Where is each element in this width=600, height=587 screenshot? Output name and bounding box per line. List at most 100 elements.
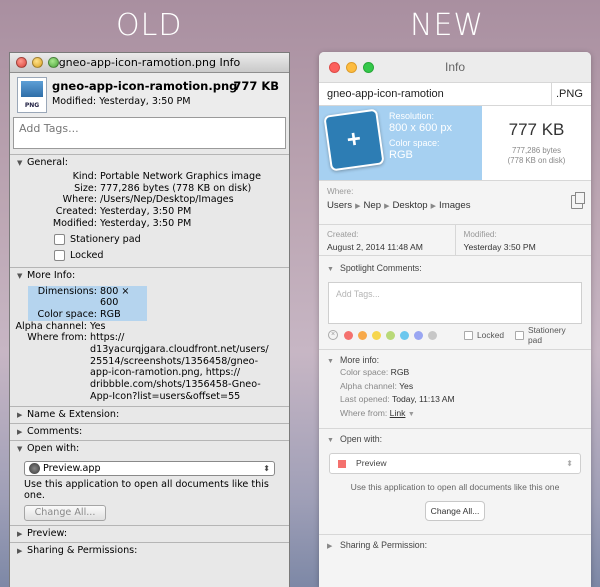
- new-where-section: Where: Users ▶ Nep ▶ Desktop ▶ Images: [319, 181, 591, 225]
- old-name-ext-section: ▶ Name & Extension:: [10, 405, 289, 423]
- new-sharing-header[interactable]: ▶ Sharing & Permission:: [319, 535, 591, 555]
- path-item[interactable]: Nep: [363, 200, 381, 211]
- zoom-button[interactable]: [363, 62, 374, 73]
- new-stationery-checkbox[interactable]: Stationery pad: [515, 325, 582, 345]
- tag-color-dot[interactable]: [386, 330, 395, 340]
- path-item[interactable]: Desktop: [392, 200, 427, 211]
- disclosure-open-icon[interactable]: ▼: [327, 266, 340, 273]
- old-open-with-header[interactable]: ▼ Open with:: [10, 441, 289, 457]
- tag-color-dot[interactable]: [344, 330, 353, 340]
- file-icon-tag: PNG: [24, 102, 40, 109]
- new-open-with-select[interactable]: Preview ⬍: [329, 452, 581, 474]
- tag-color-dot[interactable]: [400, 330, 409, 340]
- new-info-window: Info gneo-app-icon-ramotion .PNG + Resol…: [319, 52, 591, 587]
- chevron-right-icon: ▶: [355, 203, 361, 210]
- new-file-ext: .PNG: [551, 83, 591, 106]
- tag-color-row: × Locked Stationery pad: [319, 324, 591, 346]
- old-dimensions-highlight: Dimensions: 800 × 600 Color space: RGB: [28, 285, 147, 321]
- zoom-button[interactable]: [48, 57, 59, 68]
- tag-color-dot[interactable]: [414, 330, 423, 340]
- old-general-header[interactable]: ▼ General:: [10, 155, 289, 171]
- disclosure-closed-icon[interactable]: ▶: [17, 407, 27, 423]
- size-details: 777,286 bytes (778 KB on disk): [507, 146, 566, 165]
- new-open-with-section: ▼ Open with: Preview ⬍ Use this applicati…: [319, 427, 591, 521]
- old-dimensions-row: Dimensions: 800 × 600: [37, 285, 130, 309]
- old-change-all-button[interactable]: Change All...: [24, 504, 106, 521]
- colorspace-label: Color space:: [389, 138, 440, 148]
- modified-cell: Modified: Yesterday 3:50 PM: [454, 225, 592, 255]
- new-wherefrom-row: Where from: Link ▼: [340, 408, 415, 419]
- preview-app-icon: [29, 462, 40, 474]
- path-item[interactable]: Images: [439, 200, 470, 211]
- disclosure-closed-icon[interactable]: ▶: [17, 543, 27, 559]
- spotlight-header[interactable]: ▼ Spotlight Comments:: [319, 258, 591, 278]
- old-locked-checkbox[interactable]: Locked: [10, 248, 289, 264]
- checkbox-icon[interactable]: [515, 330, 525, 340]
- old-kind-row: Kind: Portable Network Graphics image: [72, 171, 262, 182]
- copy-path-icon[interactable]: [571, 192, 585, 209]
- old-name-ext-header[interactable]: ▶ Name & Extension:: [10, 407, 289, 423]
- disclosure-open-icon[interactable]: ▼: [17, 268, 27, 284]
- wherefrom-link[interactable]: Link: [390, 408, 406, 418]
- new-locked-checkbox[interactable]: Locked: [464, 330, 504, 340]
- old-general-section: ▼ General: Kind: Portable Network Graphics…: [10, 154, 289, 264]
- new-file-name[interactable]: gneo-app-icon-ramotion: [327, 83, 444, 106]
- close-button[interactable]: [329, 62, 340, 73]
- resolution-label: Resolution:: [389, 111, 435, 121]
- disclosure-closed-icon[interactable]: ▶: [327, 542, 340, 550]
- old-preview-header[interactable]: ▶ Preview:: [10, 526, 289, 542]
- new-more-info-rows: Color space: RGB Alpha channel: Yes Last…: [319, 366, 591, 422]
- chevron-right-icon: ▶: [430, 203, 437, 210]
- new-open-with-note: Use this application to open all documen…: [350, 481, 560, 492]
- created-cell: Created: August 2, 2014 11:48 AM: [319, 225, 455, 255]
- new-file-name-field[interactable]: gneo-app-icon-ramotion .PNG: [319, 82, 591, 106]
- new-dates-row: Created: August 2, 2014 11:48 AM Modifie…: [319, 225, 591, 256]
- old-comments-header[interactable]: ▶ Comments:: [10, 424, 289, 440]
- new-change-all-button[interactable]: Change All...: [425, 500, 485, 521]
- clear-tags-icon[interactable]: ×: [328, 330, 338, 340]
- old-modified: Modified: Yesterday, 3:50 PM: [52, 96, 191, 107]
- tag-color-dot[interactable]: [428, 330, 437, 340]
- new-tags-input[interactable]: Add Tags...: [328, 282, 582, 324]
- disclosure-open-icon[interactable]: ▼: [327, 358, 340, 365]
- new-preview-highlight: + Resolution: 800 x 600 px Color space: …: [319, 106, 482, 180]
- old-open-with-select[interactable]: Preview.app ⬍: [24, 460, 275, 476]
- disclosure-open-icon[interactable]: ▼: [327, 437, 340, 444]
- old-stationery-checkbox[interactable]: Stationery pad: [10, 232, 289, 248]
- colorspace-value: RGB: [389, 149, 413, 161]
- close-button[interactable]: [16, 57, 27, 68]
- tag-color-dot[interactable]: [372, 330, 381, 340]
- chevron-updown-icon: ⬍: [566, 458, 573, 468]
- minimize-button[interactable]: [32, 57, 43, 68]
- old-sharing-header[interactable]: ▶ Sharing & Permissions:: [10, 543, 289, 559]
- chevron-down-icon[interactable]: ▼: [408, 411, 415, 418]
- disclosure-open-icon[interactable]: ▼: [17, 441, 27, 457]
- size-value: 777 KB: [508, 120, 565, 139]
- old-tags-input[interactable]: Add Tags...: [13, 117, 286, 149]
- new-more-info-section: ▼ More info: Color space: RGB Alpha chann…: [319, 349, 591, 422]
- created-value: August 2, 2014 11:48 AM: [327, 242, 423, 252]
- chevron-right-icon: ▶: [384, 203, 390, 210]
- preview-app-icon: [338, 459, 346, 468]
- disclosure-open-icon[interactable]: ▼: [17, 155, 27, 171]
- checkbox-icon[interactable]: [464, 330, 473, 340]
- minimize-button[interactable]: [346, 62, 357, 73]
- disclosure-closed-icon[interactable]: ▶: [17, 424, 27, 440]
- checkbox-icon[interactable]: [54, 250, 65, 262]
- path-item[interactable]: Users: [327, 200, 352, 211]
- old-open-with-note: Use this application to open all documen…: [24, 478, 269, 502]
- path-breadcrumb: Users ▶ Nep ▶ Desktop ▶ Images: [327, 200, 583, 211]
- old-more-info-header[interactable]: ▼ More Info:: [10, 268, 289, 284]
- png-file-icon: PNG: [17, 77, 47, 113]
- old-colorspace-row: Color space: RGB: [37, 308, 121, 320]
- old-traffic-lights: [16, 57, 59, 68]
- tag-color-dot[interactable]: [358, 330, 367, 340]
- old-open-with-section: ▼ Open with: Preview.app ⬍ Use this appli…: [10, 439, 289, 521]
- new-preview-panel: + Resolution: 800 x 600 px Color space: …: [319, 106, 591, 181]
- disclosure-closed-icon[interactable]: ▶: [17, 526, 27, 542]
- new-open-with-header[interactable]: ▼ Open with:: [319, 429, 591, 449]
- checkbox-icon[interactable]: [54, 234, 65, 246]
- new-size-box: 777 KB 777,286 bytes (778 KB on disk): [482, 106, 591, 180]
- old-file-header: PNG gneo-app-icon-ramotion.png 777 KB Mo…: [10, 73, 289, 117]
- old-more-info-section: ▼ More Info: Dimensions: 800 × 600 Color s…: [10, 266, 289, 403]
